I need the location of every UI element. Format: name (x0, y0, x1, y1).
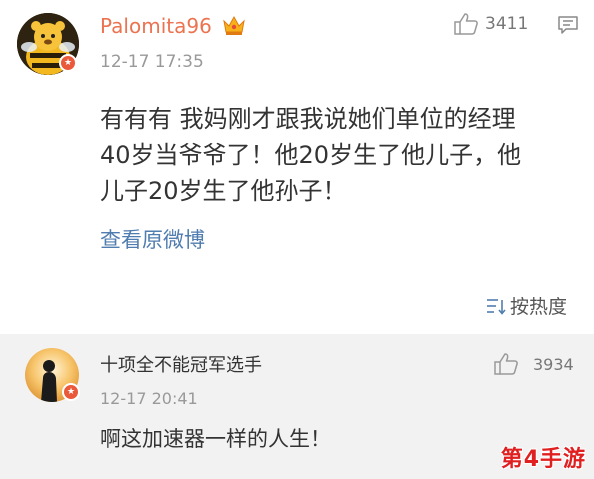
thumbs-up-icon (454, 13, 478, 35)
username[interactable]: Palomita96 (100, 14, 212, 38)
reply-username[interactable]: 十项全不能冠军选手 (100, 351, 262, 377)
sort-label: 按热度 (509, 296, 567, 318)
reply-timestamp: 12-17 20:41 (100, 389, 198, 408)
thumbs-up-icon (494, 353, 518, 375)
view-original-link[interactable]: 查看原微博 (100, 224, 205, 254)
watermark: 第4手游 (500, 447, 586, 472)
verified-badge-icon (62, 383, 80, 401)
comment-line: 儿子20岁生了他孙子！ (100, 177, 347, 205)
comment-line: 40岁当爷爷了！他20岁生了他儿子，他 (100, 141, 522, 169)
reply-like-count: 3934 (533, 354, 574, 374)
comment-body: 有有有 我妈刚才跟我说她们单位的经理 40岁当爷爷了！他20岁生了他儿子，他 儿… (100, 101, 580, 209)
like-button[interactable]: 3411 (453, 12, 528, 36)
sort-by-hot-button[interactable]: 按热度 (486, 292, 567, 319)
reply-body: 啊这加速器一样的人生！ (100, 427, 331, 451)
main-comment: Palomita96 12-17 17:35 3411 有有有 我妈刚才跟我说她… (0, 0, 594, 334)
reply-like-button[interactable]: 3934 (493, 352, 574, 376)
verified-badge-icon (59, 54, 77, 72)
sort-lines-icon (486, 298, 506, 315)
comment-line: 有有有 我妈刚才跟我说她们单位的经理 (100, 105, 516, 133)
like-count: 3411 (485, 14, 529, 34)
chat-bubble-menu-icon[interactable] (557, 15, 579, 35)
crown-icon[interactable] (222, 14, 246, 36)
timestamp: 12-17 17:35 (100, 52, 204, 72)
